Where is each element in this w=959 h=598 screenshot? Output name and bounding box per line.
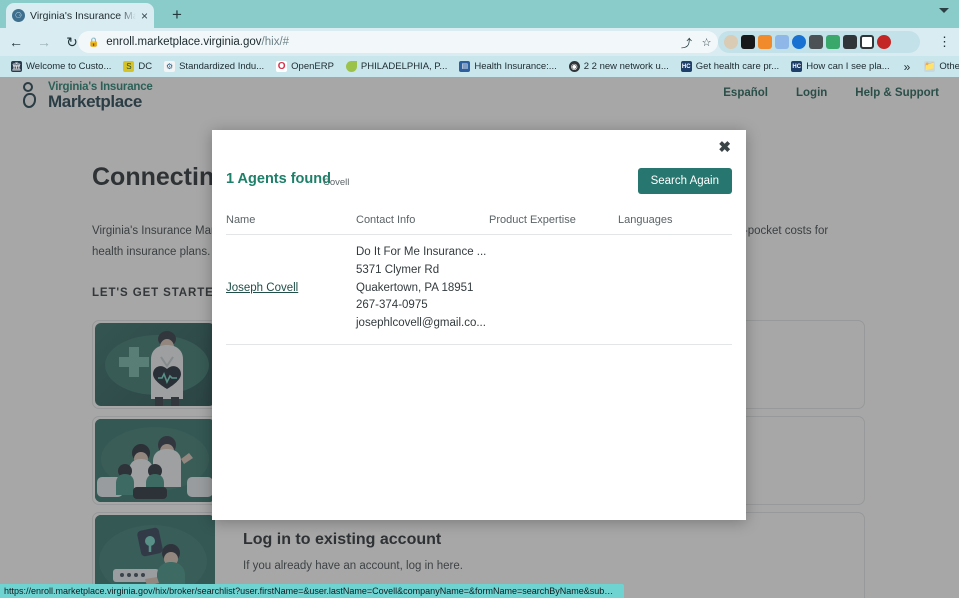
leaf-icon xyxy=(345,61,357,72)
other-bookmarks-button[interactable]: 📁 Other Bookmarks xyxy=(918,57,959,76)
hc-icon: HC xyxy=(791,61,803,72)
share-icon[interactable]: ⤴ xyxy=(678,34,695,51)
column-header-languages: Languages xyxy=(618,214,732,235)
close-icon[interactable]: ✖ xyxy=(714,137,735,158)
chevron-down-icon[interactable] xyxy=(939,8,949,13)
search-term-label: Covell xyxy=(323,177,350,188)
extension-icon-2[interactable] xyxy=(741,35,755,49)
table-row: Joseph Covell Do It For Me Insurance ...… xyxy=(226,234,732,346)
bookmark-label: 2 2 new network u... xyxy=(583,61,669,72)
column-header-name: Name xyxy=(226,214,356,235)
back-button[interactable]: ← xyxy=(4,30,28,54)
new-tab-button[interactable]: + xyxy=(168,6,186,25)
agent-search-results-modal: ✖ 1 Agents found Covell Search Again Nam… xyxy=(212,130,746,520)
bookmark-item[interactable]: S DC xyxy=(117,57,158,76)
contact-city-state-zip: Quakertown, PA 18951 xyxy=(356,281,474,294)
profile-avatar[interactable] xyxy=(877,35,891,49)
status-bar-url: https://enroll.marketplace.virginia.gov/… xyxy=(4,586,620,596)
news-icon: ▤ xyxy=(459,61,471,72)
search-again-button[interactable]: Search Again xyxy=(637,168,732,194)
close-icon[interactable]: × xyxy=(141,10,148,22)
contact-phone: 267-374-0975 xyxy=(356,299,428,312)
column-header-contact-info: Contact Info xyxy=(356,214,489,235)
browser-tab[interactable]: ⚆ Virginia's Insurance Marketplac × xyxy=(6,3,154,28)
folder-icon: 📁 xyxy=(924,61,936,72)
bank-icon: 🏛 xyxy=(11,61,22,72)
bookmarks-bar: 🏛 Welcome to Custo... S DC ⚙ Standardize… xyxy=(0,56,959,77)
cell-product-expertise xyxy=(489,234,618,346)
column-header-product-expertise: Product Expertise xyxy=(489,214,618,235)
bookmark-star-icon[interactable]: ☆ xyxy=(698,34,715,51)
cell-agent-name: Joseph Covell xyxy=(226,234,356,346)
cell-contact-info: Do It For Me Insurance ... 5371 Clymer R… xyxy=(356,234,489,346)
openerp-icon: O xyxy=(276,61,288,72)
bookmark-item[interactable]: ◉ 2 2 new network u... xyxy=(563,57,675,76)
standard-icon: ⚙ xyxy=(164,61,176,72)
dc-icon: S xyxy=(123,61,135,72)
bookmark-item[interactable]: HC How can I see pla... xyxy=(785,57,895,76)
bookmark-label: How can I see pla... xyxy=(806,61,890,72)
extension-icon-4[interactable] xyxy=(775,35,789,49)
agent-results-table: Name Contact Info Product Expertise Lang… xyxy=(226,214,732,346)
extension-icon-9[interactable] xyxy=(860,35,874,49)
extension-icon-1[interactable] xyxy=(724,35,738,49)
contact-company: Do It For Me Insurance ... xyxy=(356,246,487,258)
agent-name-link[interactable]: Joseph Covell xyxy=(226,282,298,294)
extension-icon-7[interactable] xyxy=(826,35,840,49)
bookmark-item[interactable]: HC Get health care pr... xyxy=(675,57,785,76)
hc-icon: HC xyxy=(680,61,692,72)
url-path: /hix/# xyxy=(261,36,290,48)
bookmarks-overflow-button[interactable]: » xyxy=(896,60,919,74)
forward-button[interactable]: → xyxy=(32,30,56,54)
bookmark-label: Health Insurance:... xyxy=(474,61,557,72)
browser-menu-button[interactable]: ⋮ xyxy=(938,35,951,49)
lock-icon: 🔒 xyxy=(88,36,100,47)
bookmark-item[interactable]: ▤ Health Insurance:... xyxy=(453,57,562,76)
bookmark-label: Standardized Indu... xyxy=(179,61,265,72)
cell-languages xyxy=(618,234,732,346)
bookmark-label: Welcome to Custo... xyxy=(26,61,112,72)
bookmark-item[interactable]: O OpenERP xyxy=(270,57,340,76)
contact-email: josephlcovell@gmail.co... xyxy=(356,317,486,330)
address-bar[interactable]: 🔒 enroll.marketplace.virginia.gov/hix/# xyxy=(78,31,718,53)
tab-title: Virginia's Insurance Marketplac xyxy=(30,9,136,22)
bookmark-label: OpenERP xyxy=(291,61,334,72)
results-count-label: 1 Agents found xyxy=(226,171,331,187)
extension-puzzle-icon[interactable] xyxy=(843,35,857,49)
browser-toolbar: ← → ↻ 🔒 enroll.marketplace.virginia.gov/… xyxy=(0,28,959,56)
extension-icon-6[interactable] xyxy=(809,35,823,49)
browser-window: ⚆ Virginia's Insurance Marketplac × + ← … xyxy=(0,0,959,598)
address-bar-url: enroll.marketplace.virginia.gov/hix/# xyxy=(106,36,289,48)
other-bookmarks-label: Other Bookmarks xyxy=(939,61,959,72)
tab-strip: ⚆ Virginia's Insurance Marketplac × + xyxy=(0,0,959,28)
extensions-tray xyxy=(718,31,920,53)
bookmark-label: DC xyxy=(138,61,153,72)
status-bar: https://enroll.marketplace.virginia.gov/… xyxy=(0,584,624,598)
bookmark-item[interactable]: PHILADELPHIA, P... xyxy=(340,57,453,76)
bookmark-label: Get health care pr... xyxy=(695,61,780,72)
url-host: enroll.marketplace.virginia.gov xyxy=(106,36,262,48)
contact-street: 5371 Clymer Rd xyxy=(356,263,440,276)
bookmark-item[interactable]: ⚙ Standardized Indu... xyxy=(158,57,270,76)
globe-icon: ⚆ xyxy=(12,9,25,22)
extension-icon-5[interactable] xyxy=(792,35,806,49)
table-header-row: Name Contact Info Product Expertise Lang… xyxy=(226,214,732,235)
bookmark-item[interactable]: 🏛 Welcome to Custo... xyxy=(5,57,117,76)
modal-header: 1 Agents found Covell Search Again xyxy=(226,168,732,200)
globe-dark-icon: ◉ xyxy=(568,61,580,72)
bookmark-label: PHILADELPHIA, P... xyxy=(360,61,448,72)
extension-icon-3[interactable] xyxy=(758,35,772,49)
